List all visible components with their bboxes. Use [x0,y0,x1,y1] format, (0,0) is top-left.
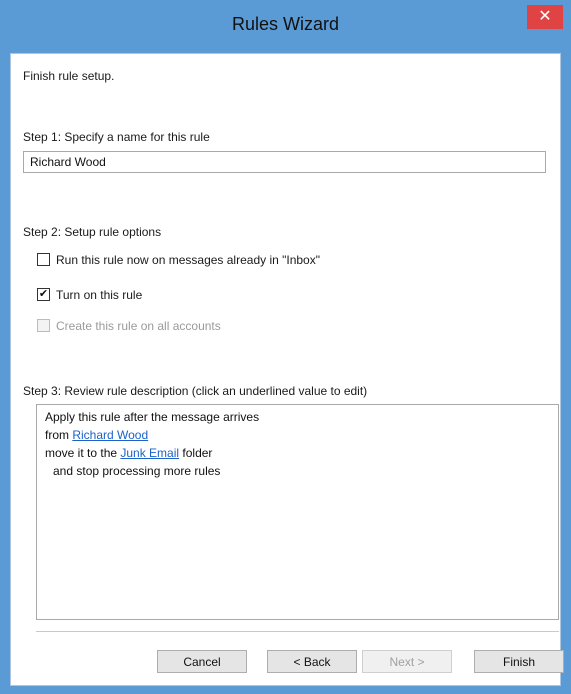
cancel-button[interactable]: Cancel [157,650,247,673]
desc-folder-suffix: folder [179,446,213,460]
back-button[interactable]: < Back [267,650,357,673]
next-button: Next > [362,650,452,673]
finish-button[interactable]: Finish [474,650,564,673]
intro-text: Finish rule setup. [23,69,115,83]
dialog-body: Finish rule setup. Step 1: Specify a nam… [10,53,564,686]
desc-line-2: from Richard Wood [45,426,550,444]
step3-label: Step 3: Review rule description (click a… [23,384,368,398]
turn-on-checkbox[interactable]: ✔ [37,288,50,301]
rule-description-box[interactable]: Apply this rule after the message arrive… [36,404,559,620]
step1-label: Step 1: Specify a name for this rule [23,130,210,144]
turn-on-label[interactable]: Turn on this rule [56,288,142,302]
desc-line-3: move it to the Junk Email folder [45,444,550,462]
step2-label: Step 2: Setup rule options [23,225,162,239]
title-bar[interactable]: Rules Wizard ✕ [1,1,570,51]
window-title: Rules Wizard [231,14,340,34]
desc-move-prefix: move it to the [45,446,121,460]
desc-line-1: Apply this rule after the message arrive… [45,410,260,424]
close-button[interactable]: ✕ [527,5,563,29]
run-now-label[interactable]: Run this rule now on messages already in… [56,253,320,267]
all-accounts-label: Create this rule on all accounts [56,319,221,333]
rules-wizard-dialog: Rules Wizard ✕ Finish rule setup. Step 1… [0,0,571,694]
desc-from-prefix: from [45,428,73,442]
target-folder-link[interactable]: Junk Email [120,446,179,460]
run-now-checkbox[interactable] [37,253,50,266]
desc-line-4: and stop processing more rules [53,464,221,478]
all-accounts-checkbox [37,319,50,332]
footer-separator [36,631,559,632]
rule-name-input[interactable] [23,151,546,173]
from-sender-link[interactable]: Richard Wood [72,428,148,442]
